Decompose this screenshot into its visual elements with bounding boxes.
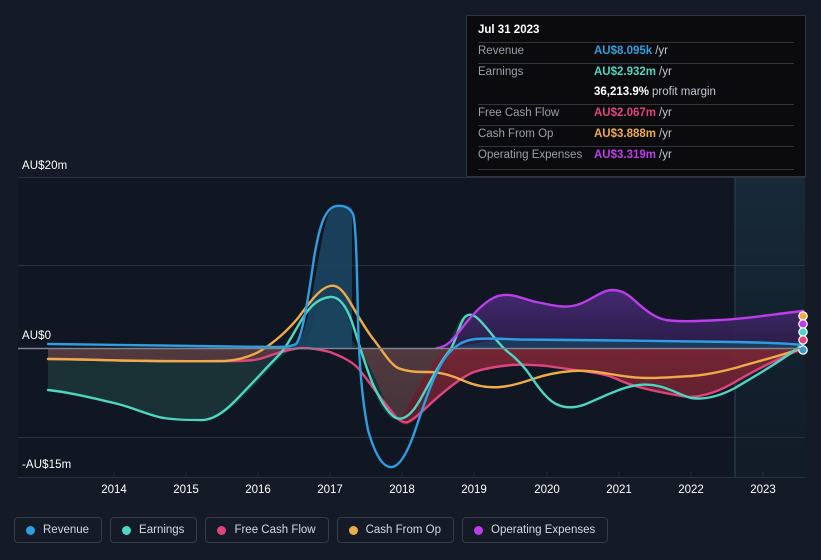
tooltip-label-free-cash-flow: Free Cash Flow xyxy=(478,107,560,119)
tooltip-row-cash-from-op: Cash From Op AU$3.888m /yr xyxy=(478,125,794,146)
tooltip-unit-revenue: /yr xyxy=(655,45,668,57)
end-marker-operating-expenses xyxy=(798,319,808,329)
legend-item-earnings[interactable]: Earnings xyxy=(110,517,198,543)
tooltip-label-operating-expenses: Operating Expenses xyxy=(478,149,583,161)
end-marker-earnings xyxy=(798,327,808,337)
tooltip-row-free-cash-flow: Free Cash Flow AU$2.067m /yr xyxy=(478,104,794,125)
y-axis-label-zero: AU$0 xyxy=(22,330,52,342)
y-axis-label-bottom: -AU$15m xyxy=(22,459,72,471)
legend-label-free-cash-flow: Free Cash Flow xyxy=(234,524,316,536)
chart-page: AU$20m AU$0 -AU$15m 2014 2015 2016 2017 … xyxy=(0,0,821,560)
tooltip-value-operating-expenses: AU$3.319m xyxy=(594,149,657,161)
tooltip-label-revenue: Revenue xyxy=(478,45,525,57)
chart-tooltip: Jul 31 2023 Revenue AU$8.095k /yr Earnin… xyxy=(466,15,806,177)
legend-item-operating-expenses[interactable]: Operating Expenses xyxy=(462,517,609,543)
legend-dot-icon-earnings xyxy=(122,525,132,535)
tooltip-row-profit-margin: 36,213.9% profit margin xyxy=(478,84,794,104)
x-axis-label-2019: 2019 xyxy=(461,484,487,496)
legend-dot-icon-revenue xyxy=(26,525,35,535)
x-axis-label-2021: 2021 xyxy=(606,484,632,496)
tooltip-unit-operating-expenses: /yr xyxy=(659,149,672,161)
end-marker-revenue xyxy=(798,345,808,355)
legend-label-revenue: Revenue xyxy=(43,524,90,536)
legend-label-operating-expenses: Operating Expenses xyxy=(491,524,596,536)
tooltip-value-cash-from-op: AU$3.888m xyxy=(594,128,657,140)
tooltip-value-revenue: AU$8.095k xyxy=(594,45,653,57)
x-axis-label-2018: 2018 xyxy=(389,484,415,496)
tooltip-bottom-divider xyxy=(478,169,794,170)
legend-item-free-cash-flow[interactable]: Free Cash Flow xyxy=(205,517,329,543)
tooltip-label-earnings: Earnings xyxy=(478,66,524,78)
legend-dot-icon-cash-from-op xyxy=(348,525,358,535)
tooltip-unit-cash-from-op: /yr xyxy=(659,128,672,140)
legend-item-revenue[interactable]: Revenue xyxy=(14,517,103,543)
chart-legend: Revenue Earnings Free Cash Flow Cash Fro… xyxy=(14,517,609,543)
x-axis-label-2017: 2017 xyxy=(317,484,343,496)
tooltip-value-free-cash-flow: AU$2.067m xyxy=(594,107,657,119)
tooltip-date: Jul 31 2023 xyxy=(478,24,540,36)
tooltip-unit-earnings: /yr xyxy=(659,66,672,78)
x-axis-label-2022: 2022 xyxy=(678,484,704,496)
end-marker-free-cash-flow xyxy=(798,335,808,345)
tooltip-row-operating-expenses: Operating Expenses AU$3.319m /yr xyxy=(478,146,794,167)
x-axis-label-2020: 2020 xyxy=(534,484,560,496)
legend-item-cash-from-op[interactable]: Cash From Op xyxy=(336,517,455,543)
x-axis-label-2015: 2015 xyxy=(173,484,199,496)
y-axis-label-top: AU$20m xyxy=(22,160,68,172)
tooltip-row-earnings: Earnings AU$2.932m /yr xyxy=(478,63,794,84)
tooltip-value-profit-margin: 36,213.9% xyxy=(594,86,649,98)
tooltip-unit-profit-margin: profit margin xyxy=(652,86,716,98)
legend-dot-icon-free-cash-flow xyxy=(217,525,227,535)
x-axis-label-2014: 2014 xyxy=(101,484,127,496)
tooltip-value-earnings: AU$2.932m xyxy=(594,66,657,78)
tooltip-unit-free-cash-flow: /yr xyxy=(659,107,672,119)
legend-label-cash-from-op: Cash From Op xyxy=(365,524,442,536)
end-marker-cash-from-op xyxy=(798,311,808,321)
legend-dot-icon-operating-expenses xyxy=(474,525,484,535)
tooltip-row-revenue: Revenue AU$8.095k /yr xyxy=(478,42,794,63)
x-axis-label-2023: 2023 xyxy=(750,484,776,496)
x-axis-label-2016: 2016 xyxy=(245,484,271,496)
tooltip-label-cash-from-op: Cash From Op xyxy=(478,128,554,140)
legend-label-earnings: Earnings xyxy=(139,524,185,536)
